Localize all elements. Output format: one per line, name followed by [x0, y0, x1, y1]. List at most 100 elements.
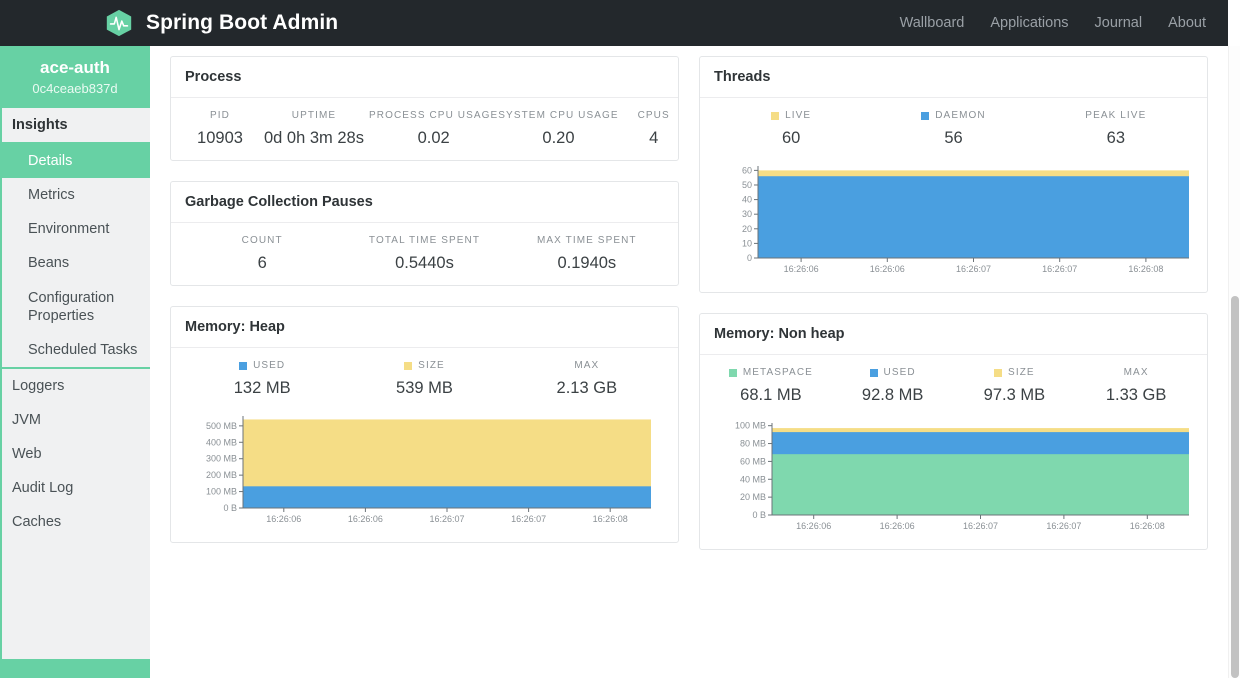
svg-text:16:26:07: 16:26:07 — [511, 514, 546, 524]
card-memory-heap: Memory: Heap Used 132 MB — [170, 306, 679, 543]
sidebar-item-beans[interactable]: Beans — [2, 246, 150, 280]
sidebar-item-metrics[interactable]: Metrics — [2, 178, 150, 212]
svg-text:20 MB: 20 MB — [740, 492, 766, 502]
gc-stats: Count 6 Total Time Spent 0.5440s Max Tim… — [181, 235, 668, 273]
sidebar-filler — [2, 538, 150, 659]
stat-heap-max-value: 2.13 GB — [556, 379, 618, 397]
sidebar-item-environment[interactable]: Environment — [2, 212, 150, 246]
card-process-title: Process — [171, 57, 678, 98]
legend-swatch-metaspace — [728, 368, 737, 377]
stat-cpus-value: 4 — [649, 129, 659, 147]
card-gc-body: Count 6 Total Time Spent 0.5440s Max Tim… — [171, 223, 678, 285]
stat-heap-used-label: Used — [181, 360, 343, 371]
stat-nonheap-used: Used 92.8 MB — [832, 367, 954, 405]
stat-threads-live-value: 60 — [781, 129, 801, 147]
svg-text:500 MB: 500 MB — [206, 421, 237, 431]
svg-text:16:26:07: 16:26:07 — [1046, 521, 1081, 531]
stat-process-cpu-usage-value: 0.02 — [417, 129, 450, 147]
legend-swatch-nonheap-used — [869, 368, 878, 377]
stat-gc-max-time-value: 0.1940s — [557, 254, 617, 272]
svg-text:16:26:06: 16:26:06 — [880, 521, 915, 531]
nav-link-journal[interactable]: Journal — [1095, 15, 1143, 31]
sidebar-item-caches[interactable]: Caches — [2, 505, 150, 539]
stat-nonheap-metaspace-text: Metaspace — [742, 367, 813, 378]
legend-swatch-daemon — [921, 111, 930, 120]
svg-text:0 B: 0 B — [223, 503, 237, 513]
page-scrollbar[interactable] — [1228, 46, 1240, 678]
card-gc-title: Garbage Collection Pauses — [171, 182, 678, 223]
stat-nonheap-size: Size 97.3 MB — [954, 367, 1076, 405]
card-threads-body: Live 60 Daemon 56 Peak Live — [700, 98, 1207, 292]
sidebar: ace-auth 0c4ceaeb837d Insights Details M… — [0, 46, 150, 678]
svg-text:16:26:08: 16:26:08 — [1130, 521, 1165, 531]
nav-link-about[interactable]: About — [1168, 15, 1206, 31]
nonheap-stats: Metaspace 68.1 MB Used 92.8 MB — [710, 367, 1197, 405]
card-process-body: PID 10903 Uptime 0d 0h 3m 28s Process CP… — [171, 98, 678, 160]
stat-threads-live-text: Live — [785, 110, 812, 121]
svg-text:0 B: 0 B — [752, 510, 766, 520]
brand[interactable]: Spring Boot Admin — [104, 8, 338, 38]
stat-nonheap-size-value: 97.3 MB — [983, 386, 1046, 404]
nav-link-wallboard[interactable]: Wallboard — [900, 15, 965, 31]
svg-text:16:26:08: 16:26:08 — [1128, 264, 1163, 274]
nonheap-chart: 0 B 20 MB 40 MB 60 MB 80 MB 100 MB 16:26:06 16… — [710, 415, 1197, 537]
sidebar-item-audit-log[interactable]: Audit Log — [2, 471, 150, 505]
app-header: ace-auth 0c4ceaeb837d — [0, 46, 150, 108]
legend-swatch-nonheap-size — [994, 368, 1003, 377]
stat-nonheap-used-value: 92.8 MB — [861, 386, 924, 404]
sidebar-item-scheduled-tasks[interactable]: Scheduled Tasks — [2, 333, 150, 367]
heap-stats: Used 132 MB Size 539 MB Max — [181, 360, 668, 398]
sidebar-item-details[interactable]: Details — [2, 144, 150, 179]
nav-links: Wallboard Applications Journal About — [900, 15, 1206, 31]
app-name: ace-auth — [40, 57, 110, 77]
stat-uptime: Uptime 0d 0h 3m 28s — [259, 110, 369, 148]
heap-chart: 0 B 100 MB 200 MB 300 MB 400 MB 500 MB 16:26:… — [181, 408, 668, 530]
stat-pid-label: PID — [210, 110, 230, 121]
card-garbage-collection-pauses: Garbage Collection Pauses Count 6 Total … — [170, 181, 679, 286]
svg-text:30: 30 — [742, 209, 752, 219]
stat-system-cpu-usage: System CPU Usage 0.20 — [498, 110, 618, 148]
legend-swatch-live — [771, 111, 780, 120]
card-heap-body: Used 132 MB Size 539 MB Max — [171, 348, 678, 542]
nav-link-applications[interactable]: Applications — [990, 15, 1068, 31]
stat-pid: PID 10903 — [181, 110, 259, 148]
stat-threads-daemon-text: Daemon — [935, 110, 986, 121]
svg-text:16:26:07: 16:26:07 — [429, 514, 464, 524]
stat-gc-count-label: Count — [241, 235, 283, 246]
sidebar-item-web[interactable]: Web — [2, 437, 150, 471]
svg-text:60: 60 — [742, 165, 752, 175]
stat-process-cpu-usage-label: Process CPU Usage — [369, 110, 499, 121]
stat-threads-peak-live: Peak Live 63 — [1035, 110, 1197, 148]
sidebar-item-jvm[interactable]: JVM — [2, 403, 150, 437]
stat-nonheap-metaspace: Metaspace 68.1 MB — [710, 367, 832, 405]
legend-swatch-used — [239, 361, 248, 370]
cards-grid: Process PID 10903 Uptime 0d 0h 3m 28s Pr… — [170, 56, 1208, 570]
sidebar-subitems: Details Metrics Environment Beans Config… — [2, 144, 150, 367]
stat-nonheap-size-text: Size — [1008, 367, 1035, 378]
stat-nonheap-used-label: Used — [832, 367, 954, 378]
legend-swatch-size — [404, 361, 413, 370]
stat-heap-size-value: 539 MB — [396, 379, 453, 397]
svg-text:40: 40 — [742, 195, 752, 205]
card-heap-title: Memory: Heap — [171, 307, 678, 348]
stat-heap-max-label: Max — [574, 360, 600, 371]
svg-text:300 MB: 300 MB — [206, 454, 237, 464]
svg-text:60 MB: 60 MB — [740, 456, 766, 466]
sidebar-section-title: Insights — [12, 117, 68, 133]
stat-threads-peak-live-value: 63 — [1106, 129, 1125, 147]
card-nonheap-body: Metaspace 68.1 MB Used 92.8 MB — [700, 355, 1207, 549]
stat-heap-size-label: Size — [343, 360, 505, 371]
stat-process-cpu-usage: Process CPU Usage 0.02 — [369, 110, 498, 148]
card-nonheap-title: Memory: Non heap — [700, 314, 1207, 355]
sidebar-item-loggers[interactable]: Loggers — [2, 369, 150, 403]
svg-text:80 MB: 80 MB — [740, 439, 766, 449]
stat-heap-max: Max 2.13 GB — [506, 360, 668, 398]
stat-pid-value: 10903 — [197, 129, 243, 147]
sidebar-section-insights: Insights — [2, 108, 150, 142]
svg-text:100 MB: 100 MB — [206, 487, 237, 497]
stat-gc-total-time-label: Total Time Spent — [368, 235, 481, 246]
stat-cpus: CPUs 4 — [619, 110, 689, 148]
card-threads-title: Threads — [700, 57, 1207, 98]
sidebar-item-configuration-properties[interactable]: Configuration Properties — [2, 281, 150, 333]
page-scrollbar-thumb[interactable] — [1231, 296, 1239, 678]
